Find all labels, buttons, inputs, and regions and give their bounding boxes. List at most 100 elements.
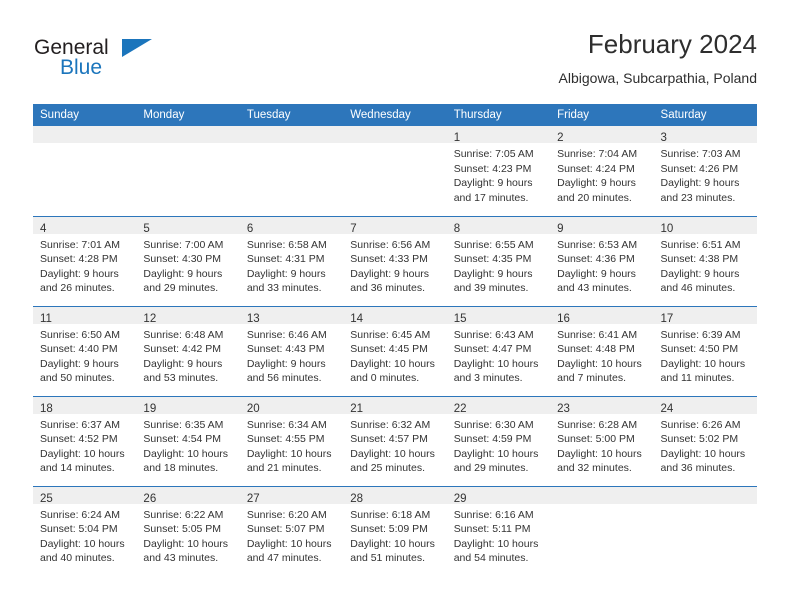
day-detail-line: and 17 minutes.	[453, 191, 529, 204]
day-details: Sunrise: 6:51 AM Sunset: 4:38 PM Daylight:…	[654, 234, 757, 296]
calendar-day-cell-4[interactable]: 4 Sunrise: 7:01 AM Sunset: 4:28 PM Daylight…	[33, 215, 137, 306]
day-cell-inner	[343, 126, 447, 216]
day-details: Sunrise: 6:16 AM Sunset: 5:11 PM Daylight:…	[447, 504, 550, 566]
calendar-day-cell-29[interactable]: 29 Sunrise: 6:16 AM Sunset: 5:11 PM Dayligh…	[446, 485, 551, 577]
calendar-day-cell-17[interactable]: 17 Sunrise: 6:39 AM Sunset: 4:50 PM Dayligh…	[653, 305, 757, 396]
day-details: Sunrise: 6:43 AM Sunset: 4:47 PM Daylight:…	[447, 324, 550, 386]
day-detail-line: Daylight: 10 hours	[453, 537, 539, 550]
day-detail-line: Sunrise: 7:04 AM	[557, 148, 638, 160]
day-detail-line: and 23 minutes.	[660, 191, 736, 204]
day-details: Sunrise: 7:04 AM Sunset: 4:24 PM Daylight:…	[550, 143, 653, 205]
calendar-day-cell-19[interactable]: 19 Sunrise: 6:35 AM Sunset: 4:54 PM Dayligh…	[136, 395, 240, 486]
calendar-day-cell-1[interactable]: 1 Sunrise: 7:05 AM Sunset: 4:23 PM Daylight…	[446, 126, 551, 216]
day-detail-line: Daylight: 10 hours	[143, 447, 229, 460]
day-detail-line: Sunset: 4:52 PM	[40, 433, 118, 446]
day-number-band: 25	[33, 486, 137, 505]
day-cell-inner: 26 Sunrise: 6:22 AM Sunset: 5:05 PM Dayligh…	[136, 486, 240, 577]
calendar-day-cell-8[interactable]: 8 Sunrise: 6:55 AM Sunset: 4:35 PM Daylight…	[446, 215, 551, 306]
day-detail-line: Daylight: 9 hours	[40, 267, 119, 280]
calendar-table: Sunday Monday Tuesday Wednesday Thursday Frid…	[33, 104, 757, 576]
day-detail-line: Sunset: 4:48 PM	[557, 343, 635, 356]
day-detail-line: Daylight: 9 hours	[246, 357, 326, 370]
calendar-day-cell-6[interactable]: 6 Sunrise: 6:58 AM Sunset: 4:31 PM Daylight…	[239, 215, 344, 306]
day-number-band: 12	[136, 306, 240, 325]
calendar-day-cell-20[interactable]: 20 Sunrise: 6:34 AM Sunset: 4:55 PM Dayligh…	[239, 395, 344, 486]
day-detail-line: Daylight: 9 hours	[660, 177, 740, 190]
calendar-day-cell-15[interactable]: 15 Sunrise: 6:43 AM Sunset: 4:47 PM Dayligh…	[446, 305, 551, 396]
day-details: Sunrise: 6:26 AM Sunset: 5:02 PM Daylight:…	[654, 414, 757, 476]
calendar-day-cell-13[interactable]: 13 Sunrise: 6:46 AM Sunset: 4:43 PM Dayligh…	[239, 305, 344, 396]
day-number: 16	[557, 312, 570, 325]
calendar-day-cell-5[interactable]: 5 Sunrise: 7:00 AM Sunset: 4:30 PM Daylight…	[136, 215, 240, 306]
day-detail-line: Sunset: 4:50 PM	[660, 343, 739, 356]
calendar-week-row: 25 Sunrise: 6:24 AM Sunset: 5:04 PM Dayligh…	[33, 485, 757, 577]
day-cell-inner: 8 Sunrise: 6:55 AM Sunset: 4:35 PM Daylight…	[446, 216, 551, 306]
day-number-band: 6	[239, 216, 344, 235]
calendar-day-cell-14[interactable]: 14 Sunrise: 6:45 AM Sunset: 4:45 PM Dayligh…	[343, 305, 447, 396]
day-detail-line: Sunset: 4:30 PM	[143, 253, 222, 266]
calendar-day-cell-9[interactable]: 9 Sunrise: 6:53 AM Sunset: 4:36 PM Daylight…	[550, 215, 654, 306]
day-number-band: 14	[343, 306, 447, 325]
calendar-day-cell-27[interactable]: 27 Sunrise: 6:20 AM Sunset: 5:07 PM Dayligh…	[239, 485, 344, 576]
calendar-day-cell-28[interactable]: 28 Sunrise: 6:18 AM Sunset: 5:09 PM Dayligh…	[343, 485, 447, 576]
day-number: 21	[350, 402, 364, 415]
day-number-band	[550, 486, 654, 504]
day-detail-line: Sunset: 5:00 PM	[557, 433, 635, 446]
day-number-band: 10	[653, 216, 757, 235]
day-cell-inner: 23 Sunrise: 6:28 AM Sunset: 5:00 PM Dayligh…	[550, 396, 654, 486]
day-cell-inner: 12 Sunrise: 6:48 AM Sunset: 4:42 PM Dayligh…	[136, 306, 240, 396]
day-cell-inner: 4 Sunrise: 7:01 AM Sunset: 4:28 PM Daylight…	[33, 216, 137, 306]
day-details: Sunrise: 6:37 AM Sunset: 4:52 PM Daylight:…	[33, 414, 136, 476]
calendar-day-cell-7[interactable]: 7 Sunrise: 6:56 AM Sunset: 4:33 PM Daylight…	[343, 215, 447, 306]
day-number-band: 29	[446, 486, 551, 505]
day-number-band: 8	[446, 216, 551, 235]
calendar-day-cell-11[interactable]: 11 Sunrise: 6:50 AM Sunset: 4:40 PM Dayligh…	[33, 305, 137, 396]
day-detail-line: Sunrise: 6:24 AM	[40, 508, 120, 521]
day-detail-line: and 20 minutes.	[557, 191, 632, 204]
day-number: 22	[453, 402, 467, 415]
day-number-band: 19	[136, 396, 240, 415]
calendar-day-cell-18[interactable]: 18 Sunrise: 6:37 AM Sunset: 4:52 PM Dayligh…	[33, 395, 137, 486]
day-detail-line: Sunset: 5:02 PM	[660, 433, 739, 446]
calendar-day-cell-12[interactable]: 12 Sunrise: 6:48 AM Sunset: 4:42 PM Dayligh…	[136, 305, 240, 396]
day-detail-line: Sunrise: 6:39 AM	[660, 328, 741, 341]
day-detail-line: Sunset: 4:40 PM	[40, 343, 118, 356]
day-number: 17	[660, 312, 674, 325]
day-detail-line: Sunset: 4:55 PM	[246, 433, 325, 446]
day-detail-line: Sunrise: 6:37 AM	[40, 418, 120, 431]
day-number-band: 4	[33, 216, 137, 235]
day-detail-line: and 26 minutes.	[40, 282, 115, 295]
day-details: Sunrise: 6:28 AM Sunset: 5:00 PM Daylight:…	[550, 414, 653, 476]
calendar-day-cell-2[interactable]: 2 Sunrise: 7:04 AM Sunset: 4:24 PM Daylight…	[550, 126, 654, 216]
day-cell-inner: 29 Sunrise: 6:16 AM Sunset: 5:11 PM Dayligh…	[446, 486, 551, 577]
weekday-header-wednesday: Wednesday	[343, 104, 447, 126]
day-detail-line: and 56 minutes.	[246, 372, 322, 385]
day-cell-inner: 2 Sunrise: 7:04 AM Sunset: 4:24 PM Daylight…	[550, 126, 654, 216]
day-cell-inner: 22 Sunrise: 6:30 AM Sunset: 4:59 PM Dayligh…	[446, 396, 551, 486]
calendar-day-cell-22[interactable]: 22 Sunrise: 6:30 AM Sunset: 4:59 PM Dayligh…	[446, 395, 551, 486]
calendar-day-cell-23[interactable]: 23 Sunrise: 6:28 AM Sunset: 5:00 PM Dayligh…	[550, 395, 654, 486]
day-number-band: 2	[550, 126, 654, 144]
day-detail-line: Daylight: 9 hours	[143, 267, 223, 280]
general-blue-logo[interactable]: General Blue	[33, 36, 173, 86]
day-detail-line: Daylight: 10 hours	[246, 447, 332, 460]
day-detail-line: and 36 minutes.	[350, 282, 425, 295]
day-detail-line: Sunrise: 6:35 AM	[143, 418, 224, 431]
calendar-day-cell-24[interactable]: 24 Sunrise: 6:26 AM Sunset: 5:02 PM Dayligh…	[653, 395, 757, 486]
day-number-band: 3	[653, 126, 757, 144]
day-details: Sunrise: 6:46 AM Sunset: 4:43 PM Daylight:…	[240, 324, 343, 386]
calendar-day-cell-10[interactable]: 10 Sunrise: 6:51 AM Sunset: 4:38 PM Dayligh…	[653, 215, 757, 306]
day-detail-line: and 43 minutes.	[143, 552, 219, 565]
day-cell-inner: 11 Sunrise: 6:50 AM Sunset: 4:40 PM Dayligh…	[33, 306, 137, 396]
day-details: Sunrise: 6:56 AM Sunset: 4:33 PM Daylight:…	[343, 234, 446, 296]
calendar-day-cell-16[interactable]: 16 Sunrise: 6:41 AM Sunset: 4:48 PM Dayligh…	[550, 305, 654, 396]
calendar-day-cell-25[interactable]: 25 Sunrise: 6:24 AM Sunset: 5:04 PM Dayligh…	[33, 485, 137, 576]
calendar-day-cell-21[interactable]: 21 Sunrise: 6:32 AM Sunset: 4:57 PM Dayligh…	[343, 395, 447, 486]
day-details: Sunrise: 7:05 AM Sunset: 4:23 PM Daylight:…	[447, 143, 550, 205]
day-detail-line: and 3 minutes.	[453, 372, 523, 385]
day-detail-line: and 25 minutes.	[350, 462, 425, 475]
day-detail-line: Daylight: 9 hours	[246, 267, 326, 280]
calendar-day-cell-3[interactable]: 3 Sunrise: 7:03 AM Sunset: 4:26 PM Daylight…	[653, 126, 757, 216]
weekday-header-tuesday: Tuesday	[239, 104, 344, 126]
calendar-day-cell-26[interactable]: 26 Sunrise: 6:22 AM Sunset: 5:05 PM Dayligh…	[136, 485, 240, 577]
